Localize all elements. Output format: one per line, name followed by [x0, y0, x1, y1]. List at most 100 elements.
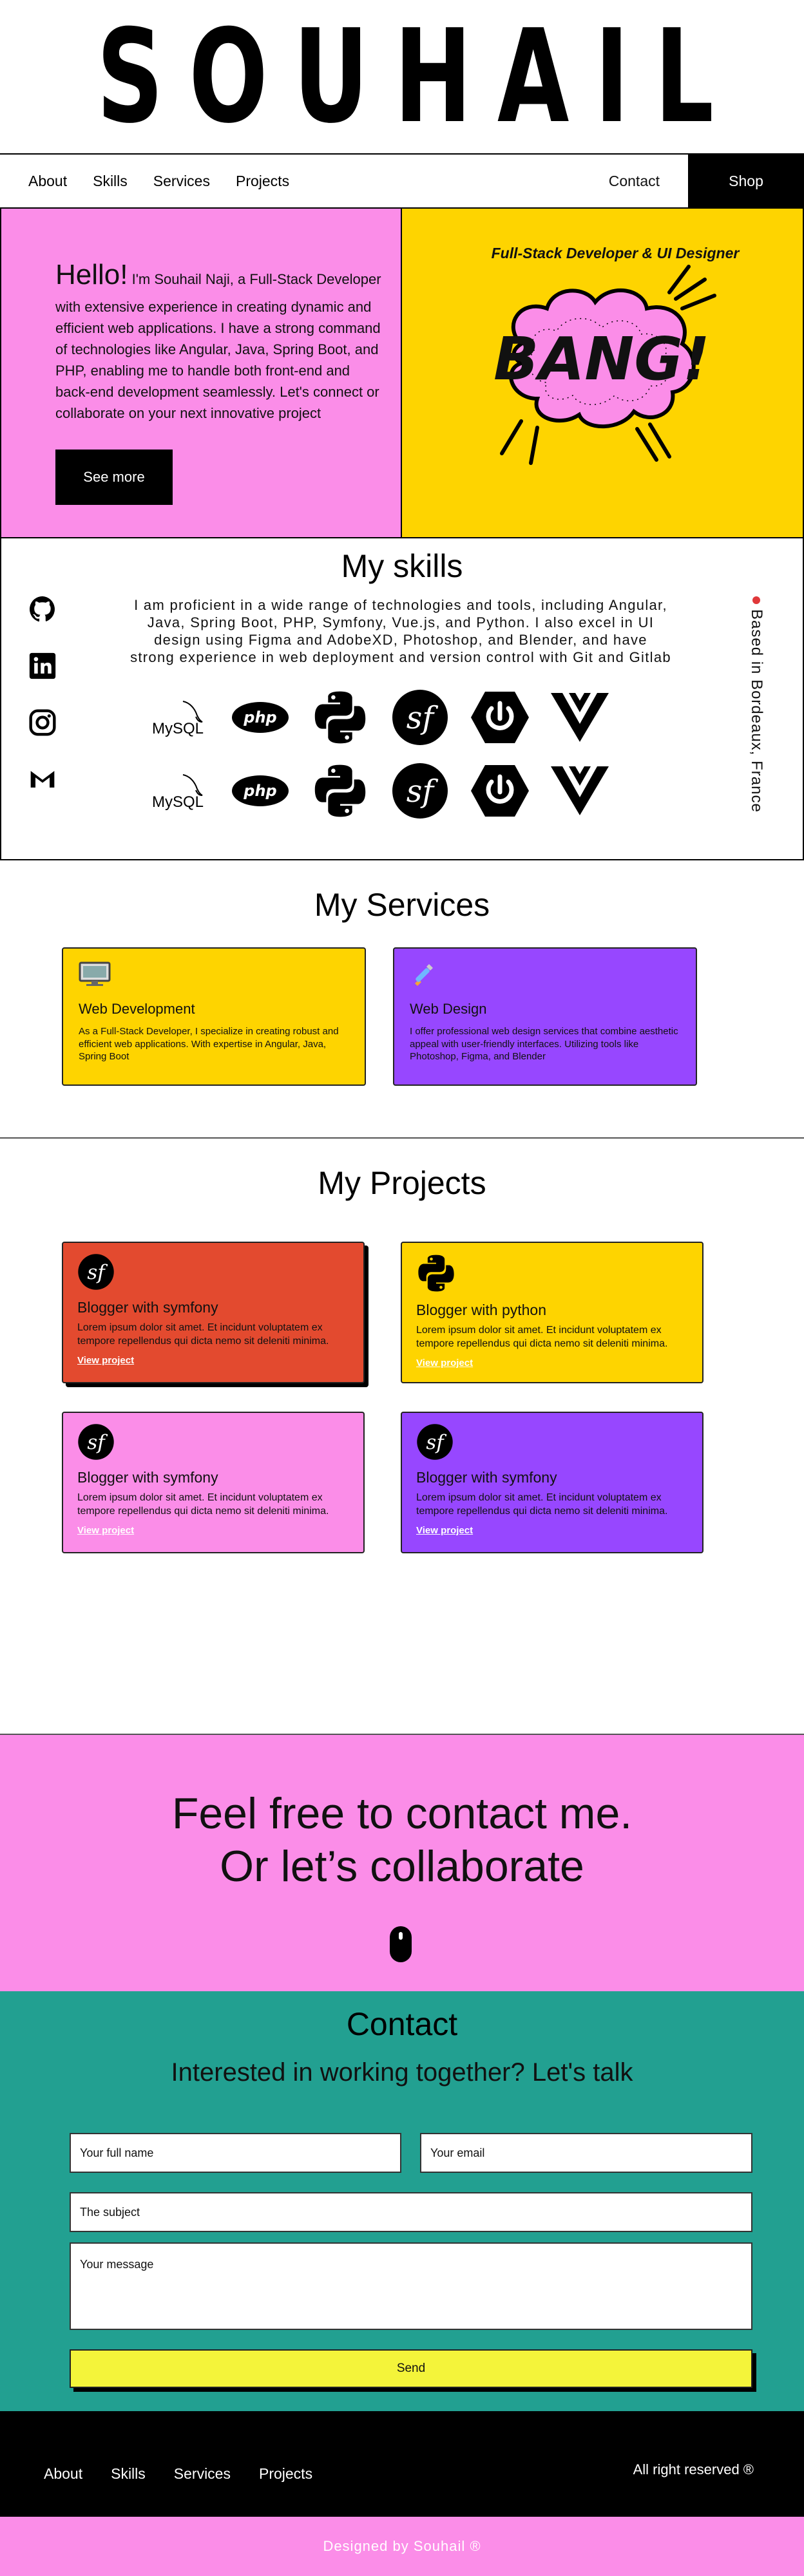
symfony-icon: sf	[78, 1254, 114, 1290]
see-more-button[interactable]: See more	[55, 450, 173, 505]
svg-text:sf: sf	[407, 773, 439, 810]
send-button[interactable]: Send	[70, 2349, 752, 2388]
contact-subtitle: Interested in working together? Let's ta…	[171, 2058, 633, 2087]
nav-link-projects[interactable]: Projects	[236, 173, 289, 190]
contact-title: Contact	[346, 2006, 458, 2042]
vue-icon	[550, 761, 609, 820]
footer-link-about[interactable]: About	[44, 2465, 82, 2483]
power-icon	[470, 761, 530, 820]
nav-link-contact[interactable]: Contact	[609, 173, 660, 190]
main-nav: About Skills Services Projects Contact S…	[0, 153, 804, 209]
social-links	[28, 595, 57, 793]
gmail-icon[interactable]	[28, 765, 57, 793]
service-card-web-development[interactable]: Web Development As a Full-Stack Develope…	[62, 947, 366, 1086]
python-icon	[418, 1255, 454, 1292]
skills-section: My skills I am proficient in a wide rang…	[0, 538, 804, 860]
email-field[interactable]: Your email	[420, 2133, 752, 2173]
python-icon	[311, 761, 370, 820]
tech-row: MySQL php sf	[151, 761, 609, 820]
project-title: Blogger with symfony	[77, 1469, 218, 1486]
power-icon	[470, 688, 530, 747]
mysql-label: MySQL	[152, 793, 204, 811]
footer-link-skills[interactable]: Skills	[111, 2465, 146, 2483]
copyright-text: All right reserved ®	[633, 2461, 754, 2477]
designed-by-bar: Designed by Souhail ®	[0, 2517, 804, 2576]
php-label: php	[243, 708, 276, 726]
view-project-link[interactable]: View project	[416, 1525, 473, 1536]
footer: About Skills Services Projects All right…	[0, 2411, 804, 2517]
mysql-icon: MySQL	[151, 761, 210, 820]
services-section: My Services Web Development As a Full-St…	[0, 860, 804, 1139]
bang-comic-icon: BANG!	[493, 265, 716, 465]
collaborate-title: Feel free to contact me. Or let’s collab…	[0, 1735, 804, 1893]
vue-icon	[550, 688, 609, 747]
brush-icon	[415, 964, 433, 986]
project-card[interactable]: sf Blogger with symfony Lorem ipsum dolo…	[62, 1242, 365, 1383]
symfony-icon: sf	[390, 688, 450, 747]
projects-section: My Projects sf Blogger with symfony Lore…	[0, 1139, 804, 1734]
collaborate-line-2: Or let’s collaborate	[220, 1841, 584, 1891]
linkedin-icon[interactable]	[28, 652, 57, 680]
scroll-mouse-icon[interactable]	[389, 1926, 412, 1963]
tech-row: MySQL php sf	[151, 688, 609, 747]
full-name-field[interactable]: Your full name	[70, 2133, 401, 2173]
project-title: Blogger with python	[416, 1302, 547, 1318]
project-description: Lorem ipsum dolor sit amet. Et incidunt …	[416, 1492, 668, 1517]
view-project-link[interactable]: View project	[77, 1355, 134, 1366]
projects-title: My Projects	[318, 1165, 486, 1201]
footer-nav: About Skills Services Projects	[44, 2465, 312, 2483]
nav-links: About Skills Services Projects	[0, 173, 609, 190]
location-pin-icon	[752, 596, 760, 604]
nav-link-about[interactable]: About	[28, 173, 67, 190]
view-project-link[interactable]: View project	[416, 1358, 473, 1368]
svg-text:sf: sf	[407, 700, 439, 736]
symfony-icon: sf	[417, 1424, 453, 1460]
project-card[interactable]: sf Blogger with symfony Lorem ipsum dolo…	[62, 1412, 365, 1553]
skills-description: I am proficient in a wide range of techn…	[130, 597, 671, 666]
hero-intro: Hello! I'm Souhail Naji, a Full-Stack De…	[0, 209, 402, 537]
shop-button[interactable]: Shop	[688, 155, 804, 207]
github-icon[interactable]	[28, 595, 57, 623]
subject-field[interactable]: The subject	[70, 2192, 752, 2232]
monitor-icon	[79, 961, 111, 986]
hero-intro-text: Hello! I'm Souhail Naji, a Full-Stack De…	[55, 254, 388, 424]
hero-tagline: Full-Stack Developer & UI Designer	[491, 245, 740, 261]
project-description: Lorem ipsum dolor sit amet. Et incidunt …	[77, 1322, 329, 1347]
bang-text: BANG!	[493, 325, 710, 393]
hero-intro-body: I'm Souhail Naji, a Full-Stack Developer…	[55, 271, 381, 421]
collaborate-banner: Feel free to contact me. Or let’s collab…	[0, 1734, 804, 1991]
contact-section: Contact Interested in working together? …	[0, 1991, 804, 2411]
site-logo[interactable]: SOUHAIL	[97, 2, 740, 152]
project-title: Blogger with symfony	[77, 1299, 218, 1316]
php-icon: php	[231, 688, 290, 747]
logo-bar: SOUHAIL	[0, 0, 804, 153]
php-label: php	[243, 782, 276, 800]
mysql-label: MySQL	[152, 720, 204, 737]
project-card[interactable]: sf Blogger with symfony Lorem ipsum dolo…	[401, 1412, 704, 1553]
service-description: I offer professional web design services…	[410, 1026, 678, 1062]
service-title: Web Development	[79, 1001, 195, 1017]
view-project-link[interactable]: View project	[77, 1525, 134, 1536]
services-title: My Services	[314, 887, 490, 923]
location-label: Based in Bordeaux, France	[747, 596, 765, 813]
instagram-icon[interactable]	[28, 708, 57, 737]
footer-link-services[interactable]: Services	[174, 2465, 231, 2483]
symfony-icon: sf	[390, 761, 450, 820]
message-field[interactable]: Your message	[70, 2242, 752, 2330]
project-description: Lorem ipsum dolor sit amet. Et incidunt …	[77, 1492, 329, 1517]
service-description: As a Full-Stack Developer, I specialize …	[79, 1026, 339, 1062]
service-title: Web Design	[410, 1001, 487, 1017]
service-card-web-design[interactable]: Web Design I offer professional web desi…	[393, 947, 697, 1086]
footer-link-projects[interactable]: Projects	[259, 2465, 312, 2483]
nav-link-services[interactable]: Services	[153, 173, 210, 190]
collaborate-line-1: Feel free to contact me.	[171, 1789, 633, 1838]
mysql-icon: MySQL	[151, 688, 210, 747]
location-text: Based in Bordeaux, France	[748, 609, 765, 813]
symfony-icon: sf	[78, 1424, 114, 1460]
python-icon	[311, 688, 370, 747]
project-title: Blogger with symfony	[416, 1469, 557, 1486]
nav-link-skills[interactable]: Skills	[93, 173, 128, 190]
hero-section: Hello! I'm Souhail Naji, a Full-Stack De…	[0, 209, 804, 538]
skills-title: My skills	[341, 548, 463, 584]
project-card[interactable]: Blogger with python Lorem ipsum dolor si…	[401, 1242, 704, 1383]
